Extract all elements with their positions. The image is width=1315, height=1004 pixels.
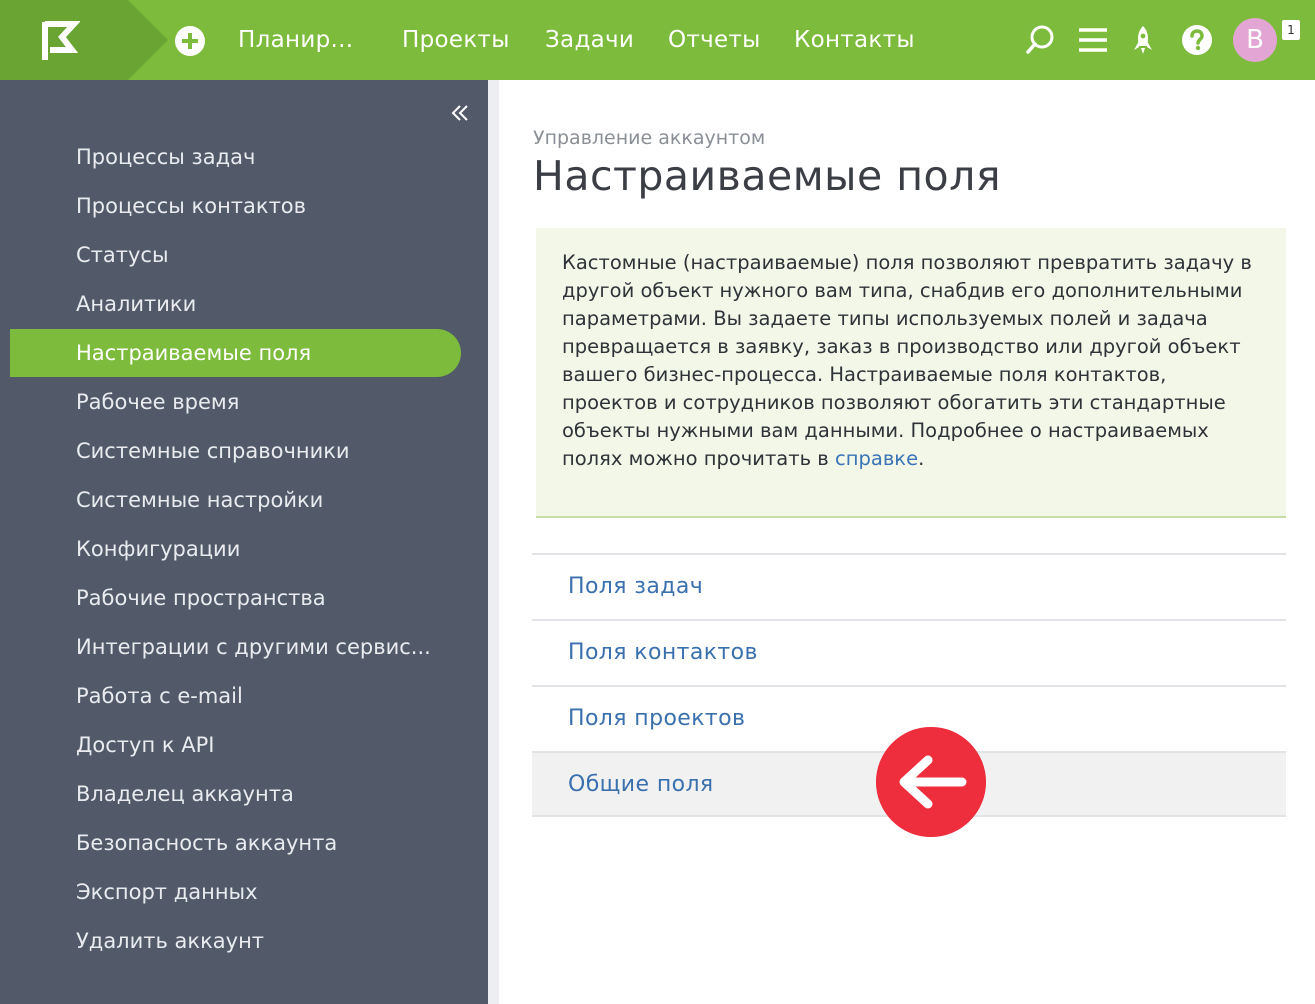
sidebar-item-task-processes[interactable]: Процессы задач xyxy=(10,133,461,181)
info-end: . xyxy=(918,447,925,470)
sidebar-item-contact-processes[interactable]: Процессы контактов xyxy=(10,182,461,230)
sidebar-item-working-time[interactable]: Рабочее время xyxy=(10,378,461,426)
logo-arrow xyxy=(128,0,168,80)
collapse-sidebar-icon[interactable] xyxy=(449,102,471,124)
page-title: Настраиваемые поля xyxy=(533,152,1002,200)
list-item-task-fields[interactable]: Поля задач xyxy=(532,553,1286,619)
nav-reports[interactable]: Отчеты xyxy=(668,27,761,53)
sidebar-item-delete-account[interactable]: Удалить аккаунт xyxy=(10,917,461,965)
nav-tasks[interactable]: Задачи xyxy=(545,27,634,53)
sidebar-item-account-security[interactable]: Безопасность аккаунта xyxy=(10,819,461,867)
help-icon[interactable] xyxy=(1181,24,1213,56)
add-icon[interactable] xyxy=(174,25,206,57)
sidebar-item-configurations[interactable]: Конфигурации xyxy=(10,525,461,573)
sidebar-item-api-access[interactable]: Доступ к API xyxy=(10,721,461,769)
list-item-contact-fields[interactable]: Поля контактов xyxy=(532,619,1286,685)
info-box: Кастомные (настраиваемые) поля позволяют… xyxy=(536,228,1286,518)
sidebar-item-integrations[interactable]: Интеграции с другими сервис... xyxy=(10,623,461,671)
sidebar-item-system-directories[interactable]: Системные справочники xyxy=(10,427,461,475)
arrow-left-icon xyxy=(876,727,986,837)
info-text: Кастомные (настраиваемые) поля позволяют… xyxy=(562,251,1252,470)
nav-projects[interactable]: Проекты xyxy=(402,27,510,53)
sidebar-item-account-owner[interactable]: Владелец аккаунта xyxy=(10,770,461,818)
help-link[interactable]: справке xyxy=(835,447,918,470)
workspace-switcher[interactable]: Планир... xyxy=(238,27,353,53)
top-bar: Планир... Проекты Задачи Отчеты Контакты… xyxy=(0,0,1315,80)
sidebar-item-analytics[interactable]: Аналитики xyxy=(10,280,461,328)
sidebar-item-email[interactable]: Работа с e-mail xyxy=(10,672,461,720)
menu-icon[interactable] xyxy=(1077,24,1109,56)
sidebar-item-statuses[interactable]: Статусы xyxy=(10,231,461,279)
sidebar-divider xyxy=(488,80,499,1004)
flag-logo-icon[interactable] xyxy=(40,20,80,62)
sidebar-item-data-export[interactable]: Экспорт данных xyxy=(10,868,461,916)
sidebar-item-system-settings[interactable]: Системные настройки xyxy=(10,476,461,524)
notification-badge[interactable]: 1 xyxy=(1282,20,1300,40)
rocket-icon[interactable] xyxy=(1127,24,1159,56)
search-icon[interactable] xyxy=(1024,24,1056,56)
sidebar-item-workspaces[interactable]: Рабочие пространства xyxy=(10,574,461,622)
logo-block[interactable] xyxy=(0,0,128,80)
breadcrumb[interactable]: Управление аккаунтом xyxy=(533,127,765,149)
sidebar-item-custom-fields[interactable]: Настраиваемые поля xyxy=(10,329,461,377)
user-avatar[interactable]: B xyxy=(1233,18,1277,62)
nav-contacts[interactable]: Контакты xyxy=(794,27,915,53)
